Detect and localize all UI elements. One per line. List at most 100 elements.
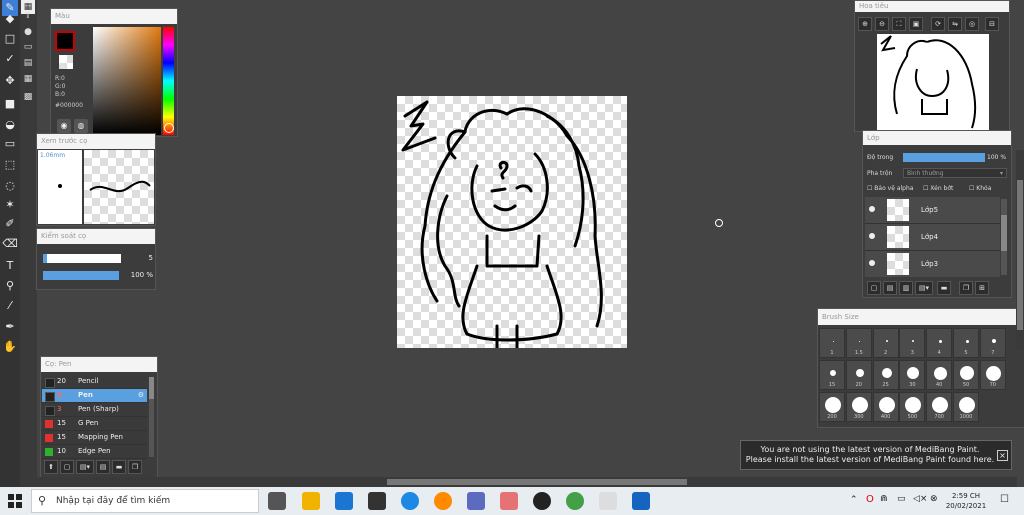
brush-size-cell[interactable]: 30: [899, 360, 926, 390]
settings-icon[interactable]: ⊗: [930, 494, 938, 504]
foreground-color-swatch[interactable]: [55, 31, 75, 51]
flip-icon[interactable]: ⇋: [948, 17, 962, 31]
fill-rect-icon[interactable]: ■: [2, 96, 18, 112]
brush-item-pencil[interactable]: 20 Pencil: [42, 375, 147, 389]
bucket-tool-icon[interactable]: ◒: [2, 117, 18, 133]
app-icon-6[interactable]: [599, 492, 617, 510]
palette-add-icon[interactable]: ◍: [74, 119, 88, 133]
move-tool-icon[interactable]: ✥: [2, 73, 18, 89]
network-icon[interactable]: ⋒: [880, 494, 888, 504]
brush-size-cell[interactable]: 300: [845, 392, 872, 422]
select-pen-icon[interactable]: ✓: [2, 51, 18, 67]
layer-row-lop3[interactable]: Lớp3: [865, 251, 1000, 277]
app-icon-2[interactable]: [467, 492, 485, 510]
file-explorer-icon[interactable]: [302, 492, 320, 510]
hand-tool-icon[interactable]: ✋: [2, 339, 18, 355]
brush-size-cell[interactable]: 3: [899, 328, 926, 358]
app-icon-4[interactable]: [533, 492, 551, 510]
magic-wand-icon[interactable]: ✶: [2, 197, 18, 213]
zoom-in-icon[interactable]: ⊕: [858, 17, 872, 31]
volume-icon[interactable]: ◁×: [913, 494, 927, 504]
panels-icon[interactable]: ▩: [21, 90, 35, 104]
vertical-scrollbar[interactable]: [1016, 150, 1024, 350]
background-color-swatch[interactable]: [59, 55, 73, 69]
lasso-tool-icon[interactable]: ◌: [2, 178, 18, 194]
document-icon[interactable]: ▤: [21, 56, 35, 70]
task-view-icon[interactable]: [268, 492, 286, 510]
export-icon[interactable]: ⇪: [21, 9, 35, 23]
brush-size-cell[interactable]: 700: [926, 392, 953, 422]
eye-icon[interactable]: [869, 233, 875, 239]
text-tool-icon[interactable]: T: [2, 258, 18, 274]
brush-size-cell[interactable]: 1: [819, 328, 845, 358]
brush-size-cell[interactable]: 5: [953, 328, 979, 358]
brush-add-icon[interactable]: ⬆: [44, 460, 58, 474]
app-icon-1[interactable]: [434, 492, 452, 510]
brush-size-cell[interactable]: 7: [979, 328, 1006, 358]
layer-doc2-icon[interactable]: ▥: [899, 281, 913, 295]
brush-size-cell[interactable]: 25: [872, 360, 899, 390]
layer-copy-icon[interactable]: ❐: [959, 281, 973, 295]
grid-icon[interactable]: ▦: [21, 72, 35, 86]
brush-size-cell[interactable]: 4: [926, 328, 953, 358]
brush-size-cell[interactable]: 200: [819, 392, 845, 422]
eye-icon[interactable]: [869, 206, 875, 212]
fit-icon[interactable]: ⛶: [892, 17, 906, 31]
select-rect-icon[interactable]: ⬚: [2, 157, 18, 173]
edge-browser-icon[interactable]: [401, 492, 419, 510]
layer-opacity-slider[interactable]: [903, 153, 985, 162]
dot-tool-icon[interactable]: □: [2, 31, 18, 47]
select-eraser-icon[interactable]: ⌫: [2, 236, 18, 252]
gradient-tool-icon[interactable]: ▭: [2, 136, 18, 152]
eye-icon[interactable]: [869, 260, 875, 266]
layer-merge-icon[interactable]: ⊞: [975, 281, 989, 295]
drawing-canvas[interactable]: [397, 96, 627, 348]
layer-list-scrollbar[interactable]: [1001, 199, 1007, 275]
brush-menu-icon[interactable]: ▤▾: [76, 460, 94, 474]
clipping-checkbox[interactable]: ☐ Xén bớt: [923, 185, 953, 192]
brush-size-cell[interactable]: 1.5: [845, 328, 872, 358]
opera-icon[interactable]: O: [866, 494, 874, 505]
lock-view-icon[interactable]: ⊟: [985, 17, 999, 31]
brush-doc-icon[interactable]: ▤: [96, 460, 110, 474]
brush-item-mapping-pen[interactable]: 15 Mapping Pen: [42, 431, 147, 445]
medibang-icon[interactable]: [632, 492, 650, 510]
brush-new-icon[interactable]: ▢: [60, 460, 74, 474]
actual-size-icon[interactable]: ▣: [909, 17, 923, 31]
brush-size-cell[interactable]: 20: [845, 360, 872, 390]
store-icon[interactable]: [368, 492, 386, 510]
new-layer-doc-icon[interactable]: ▤: [883, 281, 897, 295]
window-icon[interactable]: ▭: [21, 40, 35, 54]
hue-slider[interactable]: [163, 27, 174, 135]
brush-copy-icon[interactable]: ❐: [128, 460, 142, 474]
protect-alpha-checkbox[interactable]: ☐ Bảo vệ alpha: [867, 185, 913, 192]
folder-icon[interactable]: ▬: [112, 460, 126, 474]
horizontal-scrollbar[interactable]: [37, 477, 1017, 487]
windows-start-icon[interactable]: [8, 494, 22, 508]
brush-opacity-slider[interactable]: [43, 271, 119, 280]
brush-item-g-pen[interactable]: 15 G Pen: [42, 417, 147, 431]
brush-size-cell[interactable]: 2: [872, 328, 899, 358]
select-pen2-icon[interactable]: ✐: [2, 216, 18, 232]
brush-size-cell[interactable]: 500: [899, 392, 926, 422]
brush-size-slider[interactable]: [43, 254, 121, 263]
brush-size-cell[interactable]: 1000: [953, 392, 979, 422]
eyedropper-tool-icon[interactable]: ✒: [2, 319, 18, 335]
brush-item-pen[interactable]: 5 Pen ⚙: [42, 389, 147, 403]
brush-size-cell[interactable]: 50: [953, 360, 979, 390]
chevron-up-icon[interactable]: ⌃: [850, 495, 858, 505]
brush-size-cell[interactable]: 40: [926, 360, 953, 390]
brush-item-pen-sharp[interactable]: 3 Pen (Sharp): [42, 403, 147, 417]
battery-icon[interactable]: ▭: [897, 494, 906, 504]
lock-checkbox[interactable]: ☐ Khóa: [969, 185, 991, 192]
divide-tool-icon[interactable]: ⁄: [2, 298, 18, 314]
app-icon-5[interactable]: [566, 492, 584, 510]
rotate-icon[interactable]: ⟳: [931, 17, 945, 31]
layer-menu-icon[interactable]: ▤▾: [915, 281, 933, 295]
search-box[interactable]: ⚲ Nhập tại đây để tìm kiếm: [31, 489, 259, 513]
eraser-tool-icon[interactable]: ◆: [2, 11, 18, 27]
navigator-thumbnail[interactable]: [877, 34, 989, 130]
brush-size-cell[interactable]: 400: [872, 392, 899, 422]
new-layer-icon[interactable]: ▢: [867, 281, 881, 295]
mail-icon[interactable]: [335, 492, 353, 510]
